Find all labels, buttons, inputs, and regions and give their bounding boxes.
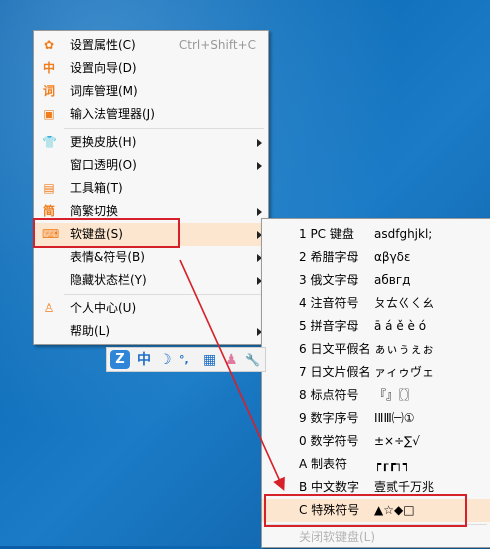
wrench-icon[interactable]: 🔧: [245, 351, 260, 369]
submenu-item-label: 3 俄文字母: [299, 273, 359, 287]
keyboard-icon[interactable]: ▦: [203, 351, 216, 369]
menu-item-toolbox[interactable]: ▤ 工具箱(T): [34, 177, 268, 200]
submenu-item-sample: ㄆㄊㄍㄑㄠ: [374, 296, 435, 310]
submenu-arrow-icon: [257, 139, 262, 147]
submenu-item-label: 4 注音符号: [299, 296, 359, 310]
menu-item-label: 输入法管理器(J): [70, 107, 155, 121]
soft-keyboard-item-greek[interactable]: 2 希腊字母 αβγδε: [262, 246, 490, 269]
user-icon: ♙: [43, 301, 55, 315]
submenu-arrow-icon: [257, 162, 262, 170]
submenu-item-label: 2 希腊字母: [299, 250, 359, 264]
soft-keyboard-item-punctuation[interactable]: 8 标点符号 『』〖〗: [262, 384, 490, 407]
menu-item-shortcut: Ctrl+Shift+C: [178, 38, 256, 52]
ime-manager-icon: ▣: [43, 107, 55, 121]
menu-item-transparency[interactable]: 窗口透明(O): [34, 154, 268, 177]
dictionary-icon: 词: [42, 84, 55, 98]
traditional-simplified-icon: 简: [42, 204, 55, 218]
submenu-item-sample: ぁぃぅぇぉ: [374, 342, 435, 356]
ime-logo-icon[interactable]: Z: [110, 350, 130, 369]
submenu-item-sample: ±×÷∑√: [374, 434, 420, 448]
annotation-highlight-box: [33, 218, 180, 248]
submenu-item-sample: asdfghjkl;: [374, 227, 433, 241]
menu-item-label: 表情&符号(B): [70, 250, 145, 264]
soft-keyboard-item-katakana[interactable]: 7 日文片假名 ァィゥヴェ: [262, 361, 490, 384]
soft-keyboard-item-pinyin[interactable]: 5 拼音字母 ā á ě è ó: [262, 315, 490, 338]
shirt-icon: 👕: [42, 135, 57, 149]
soft-keyboard-item-numbering[interactable]: 9 数字序号 ⅠⅡⅢ㈠①: [262, 407, 490, 430]
menu-item-ime-manager[interactable]: ▣ 输入法管理器(J): [34, 103, 268, 126]
submenu-item-label: 6 日文平假名: [299, 342, 371, 356]
submenu-item-label: 5 拼音字母: [299, 319, 359, 333]
menu-item-label: 设置向导(D): [70, 61, 137, 75]
punctuation-icon[interactable]: °,: [179, 351, 189, 369]
submenu-item-label: 8 标点符号: [299, 388, 359, 402]
lang-toggle-icon[interactable]: 中: [137, 351, 151, 369]
submenu-item-sample: 『』〖〗: [374, 388, 417, 402]
menu-item-label: 设置属性(C): [70, 38, 136, 52]
menu-item-label: 词库管理(M): [70, 84, 138, 98]
submenu-item-label: A 制表符: [299, 457, 348, 471]
menu-item-label: 隐藏状态栏(Y): [70, 273, 147, 287]
submenu-arrow-icon: [257, 208, 262, 216]
submenu-item-label: 0 数学符号: [299, 434, 359, 448]
submenu-item-label: 1 PC 键盘: [299, 227, 354, 241]
menu-item-help[interactable]: 帮助(L): [34, 320, 268, 343]
soft-keyboard-item-box-drawing[interactable]: A 制表符 ┍┎┏┐┑: [262, 453, 490, 476]
submenu-item-label: 7 日文片假名: [299, 365, 371, 379]
soft-keyboard-item-hiragana[interactable]: 6 日文平假名 ぁぃぅぇぉ: [262, 338, 490, 361]
submenu-item-sample: ⅠⅡⅢ㈠①: [374, 411, 415, 425]
menu-item-personal-center[interactable]: ♙ 个人中心(U): [34, 297, 268, 320]
menu-item-label: 工具箱(T): [70, 181, 123, 195]
submenu-item-sample: ā á ě è ó: [374, 319, 427, 333]
moon-icon[interactable]: ☽: [159, 351, 172, 369]
menu-item-skin[interactable]: 👕 更换皮肤(H): [34, 131, 268, 154]
menu-separator: [64, 128, 264, 129]
ime-status-bar: Z 中 ☽ °, ▦ ♟ 🔧: [106, 347, 266, 372]
submenu-item-sample: абвгд: [374, 273, 411, 287]
menu-item-dictionary[interactable]: 词 词库管理(M): [34, 80, 268, 103]
menu-separator: [64, 294, 264, 295]
user-icon[interactable]: ♟: [225, 351, 238, 369]
menu-item-label: 更换皮肤(H): [70, 135, 137, 149]
gear-icon: ✿: [43, 38, 55, 52]
soft-keyboard-item-zhuyin[interactable]: 4 注音符号 ㄆㄊㄍㄑㄠ: [262, 292, 490, 315]
menu-item-label: 个人中心(U): [70, 301, 137, 315]
menu-item-label: 帮助(L): [70, 324, 111, 338]
menu-item-hide-statusbar[interactable]: 隐藏状态栏(Y): [34, 269, 268, 292]
ime-context-menu: ✿ 设置属性(C) Ctrl+Shift+C 中 设置向导(D) 词 词库管理(…: [33, 30, 269, 345]
wizard-icon: 中: [42, 61, 55, 75]
submenu-item-label: 9 数字序号: [299, 411, 359, 425]
submenu-item-sample: ┍┎┏┐┑: [374, 457, 411, 471]
menu-item-wizard[interactable]: 中 设置向导(D): [34, 57, 268, 80]
submenu-item-sample: αβγδε: [374, 250, 411, 264]
menu-item-label: 窗口透明(O): [70, 158, 137, 172]
annotation-highlight-box: [264, 494, 467, 527]
submenu-item-sample: ァィゥヴェ: [374, 365, 435, 379]
menu-item-emoji-symbols[interactable]: 表情&符号(B): [34, 246, 268, 269]
soft-keyboard-item-russian[interactable]: 3 俄文字母 абвгд: [262, 269, 490, 292]
menu-item-settings[interactable]: ✿ 设置属性(C) Ctrl+Shift+C: [34, 34, 268, 57]
toolbox-icon: ▤: [43, 181, 55, 195]
soft-keyboard-item-math[interactable]: 0 数学符号 ±×÷∑√: [262, 430, 490, 453]
soft-keyboard-item-pc[interactable]: 1 PC 键盘 asdfghjkl;: [262, 223, 490, 246]
